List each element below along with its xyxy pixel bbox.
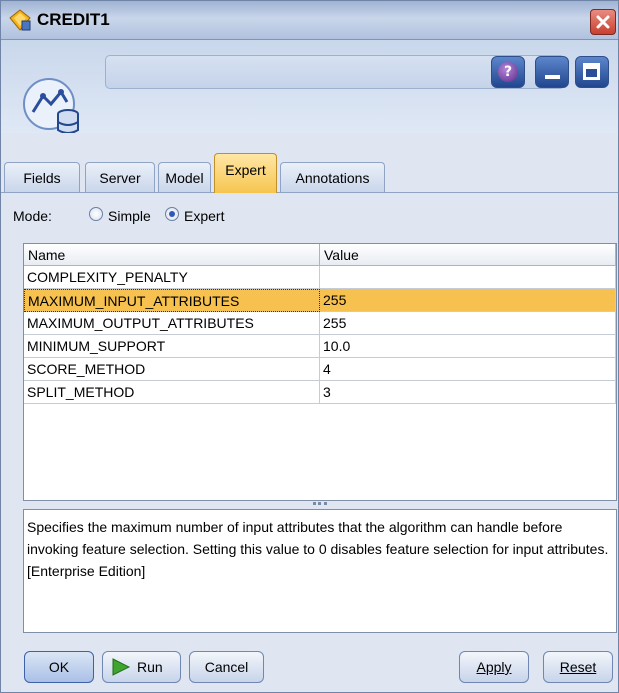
tab-expert[interactable]: Expert [214,153,277,193]
mode-simple-label[interactable]: Simple [108,208,151,224]
run-label: Run [137,659,163,675]
table-row[interactable]: MAXIMUM_OUTPUT_ATTRIBUTES 255 [24,312,616,335]
option-name-cell: SPLIT_METHOD [24,381,320,404]
column-header-name[interactable]: Name [24,244,320,266]
table-row-selected[interactable]: MAXIMUM_INPUT_ATTRIBUTES 255 [24,289,616,312]
option-name-cell: MAXIMUM_INPUT_ATTRIBUTES [24,289,320,312]
title-bar[interactable]: CREDIT1 [1,1,618,40]
apply-button[interactable]: Apply [459,651,529,683]
mode-expert-label[interactable]: Expert [184,208,224,224]
play-icon [112,658,131,676]
option-name-cell: COMPLEXITY_PENALTY [24,266,320,289]
option-name-cell: MAXIMUM_OUTPUT_ATTRIBUTES [24,312,320,335]
help-icon: ? [498,62,518,82]
tab-server[interactable]: Server [85,162,155,192]
table-row[interactable]: SCORE_METHOD 4 [24,358,616,381]
table-row[interactable]: MINIMUM_SUPPORT 10.0 [24,335,616,358]
option-value-cell[interactable]: 10.0 [320,335,616,358]
dialog-window: CREDIT1 ? Fields Server Model Expert Ann… [0,0,619,693]
minimize-icon [545,75,560,79]
tab-model[interactable]: Model [158,162,211,192]
column-header-value[interactable]: Value [320,244,616,266]
option-value-cell[interactable] [320,266,616,289]
mode-expert-radio[interactable] [165,207,179,221]
help-button[interactable]: ? [491,56,525,88]
window-title: CREDIT1 [37,10,110,29]
node-diamond-icon [9,9,31,31]
mode-label: Mode: [13,208,52,224]
option-name-cell: MINIMUM_SUPPORT [24,335,320,358]
table-row[interactable]: SPLIT_METHOD 3 [24,381,616,404]
minimize-button[interactable] [535,56,569,88]
option-name-cell: SCORE_METHOD [24,358,320,381]
maximize-button[interactable] [575,56,609,88]
pane-splitter[interactable] [23,501,617,509]
option-value-cell[interactable]: 3 [320,381,616,404]
table-row[interactable]: COMPLEXITY_PENALTY [24,266,616,289]
tab-annotations[interactable]: Annotations [280,162,385,192]
reset-button[interactable]: Reset [543,651,613,683]
ok-button[interactable]: OK [24,651,94,683]
option-value-cell[interactable]: 255 [320,312,616,335]
splitter-grip-icon [313,502,327,508]
run-button[interactable]: Run [102,651,181,683]
close-button[interactable] [590,9,616,35]
close-icon [596,15,610,29]
cancel-button[interactable]: Cancel [189,651,264,683]
option-value-cell[interactable]: 255 [320,289,616,312]
option-description: Specifies the maximum number of input at… [23,509,617,633]
node-header: ? [1,40,618,134]
option-value-cell[interactable]: 4 [320,358,616,381]
expert-options-table: Name Value COMPLEXITY_PENALTY MAXIMUM_IN… [23,243,617,501]
maximize-icon [583,63,600,80]
tab-fields[interactable]: Fields [4,162,80,192]
mode-simple-radio[interactable] [89,207,103,221]
